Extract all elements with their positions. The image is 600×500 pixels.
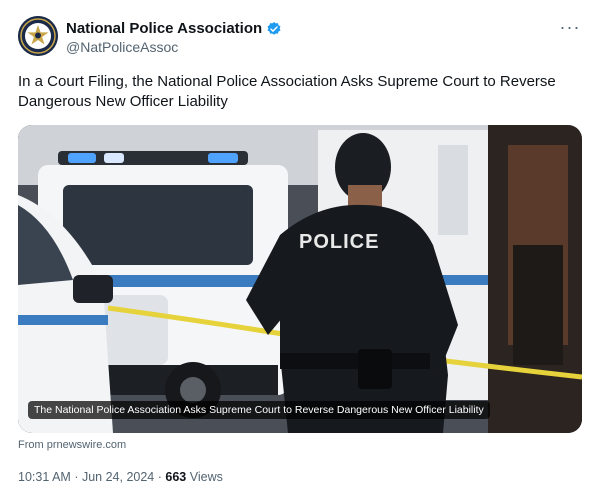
author-names: National Police Association @NatPoliceAs… xyxy=(66,20,282,55)
news-photo: POLICE xyxy=(18,125,582,433)
tweet-date[interactable]: Jun 24, 2024 xyxy=(82,470,154,484)
meta-separator: · xyxy=(157,470,162,484)
views-count[interactable]: 663 xyxy=(165,470,186,484)
vest-police-text: POLICE xyxy=(299,231,379,253)
link-source[interactable]: From prnewswire.com xyxy=(18,439,126,451)
handle[interactable]: @NatPoliceAssoc xyxy=(66,39,282,55)
link-card-caption: The National Police Association Asks Sup… xyxy=(28,401,490,419)
avatar[interactable] xyxy=(18,16,58,56)
views-label: Views xyxy=(189,470,223,484)
verified-badge-icon[interactable] xyxy=(266,21,282,37)
meta-separator: · xyxy=(74,470,79,484)
tweet-time[interactable]: 10:31 AM xyxy=(18,470,71,484)
more-options-button[interactable]: ··· xyxy=(558,18,582,42)
tweet-header: National Police Association @NatPoliceAs… xyxy=(18,16,582,60)
police-badge-icon xyxy=(18,16,58,56)
tweet-text-line: Dangerous New Officer Liability xyxy=(18,93,228,110)
tweet-text-line: In a Court Filing, the National Police A… xyxy=(18,73,556,90)
tweet-card: National Police Association @NatPoliceAs… xyxy=(0,0,600,500)
display-name[interactable]: National Police Association xyxy=(66,20,262,37)
tweet-text: In a Court Filing, the National Police A… xyxy=(18,72,578,112)
tweet-metadata: 10:31 AM · Jun 24, 2024 · 663 Views xyxy=(18,470,223,484)
link-card-image[interactable]: POLICE The National Police Association A… xyxy=(18,125,582,433)
